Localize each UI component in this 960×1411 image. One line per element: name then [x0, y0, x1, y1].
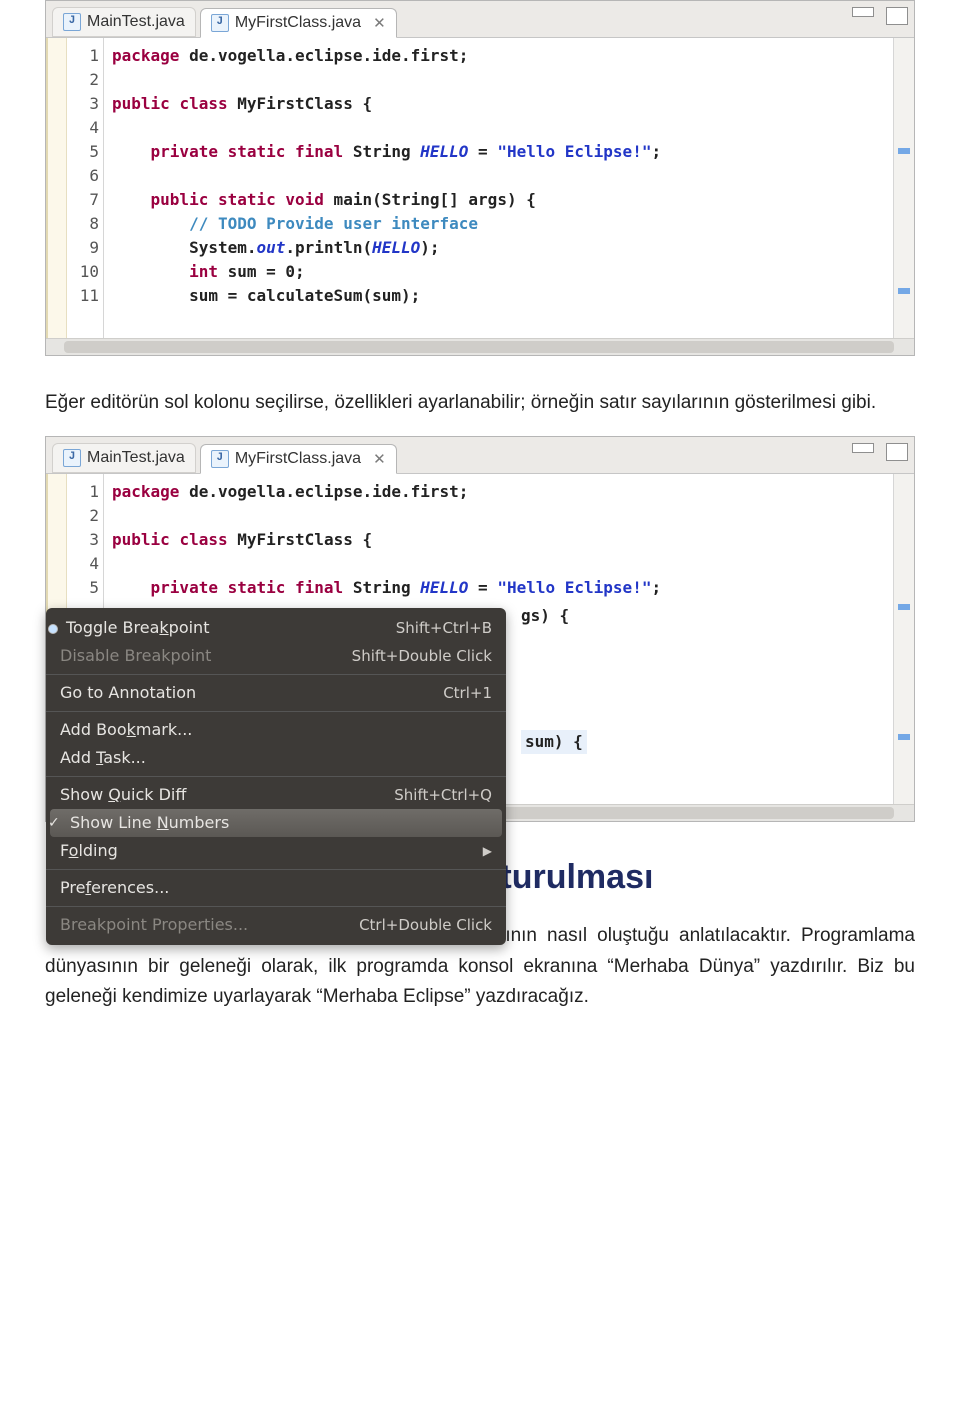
line-numbers: 1 2 3 4 5 6 7 8 9 10 11 — [67, 44, 103, 308]
menu-show-line-numbers[interactable]: ✓ Show Line Numbers — [50, 809, 502, 837]
code-fragment: gs) { — [521, 604, 569, 628]
tab-label: MyFirstClass.java — [235, 450, 361, 468]
submenu-arrow-icon: ▶ — [483, 841, 492, 861]
eclipse-editor-2: J MainTest.java J MyFirstClass.java ✕ 1 … — [45, 436, 915, 822]
line-numbers: 1 2 3 4 5 — [67, 480, 103, 600]
shortcut-label: Ctrl+1 — [443, 683, 492, 703]
shortcut-label: Shift+Double Click — [352, 646, 492, 666]
tab-label: MainTest.java — [87, 13, 185, 31]
editor-tabbar: J MainTest.java J MyFirstClass.java ✕ — [46, 1, 914, 38]
menu-go-to-annotation[interactable]: Go to Annotation Ctrl+1 — [46, 674, 506, 707]
menu-show-quick-diff[interactable]: Show Quick Diff Shift+Ctrl+Q — [46, 776, 506, 809]
overview-mark[interactable] — [898, 734, 910, 740]
eclipse-editor-1: J MainTest.java J MyFirstClass.java ✕ 1 … — [45, 0, 915, 356]
horizontal-scrollbar[interactable] — [46, 338, 914, 355]
java-file-icon: J — [211, 450, 229, 468]
overview-mark[interactable] — [898, 288, 910, 294]
java-file-icon: J — [63, 13, 81, 31]
shortcut-label: Shift+Ctrl+Q — [394, 785, 492, 805]
paragraph-editor-sidebar: Eğer editörün sol kolonu seçilirse, özel… — [45, 388, 915, 418]
menu-breakpoint-properties: Breakpoint Properties... Ctrl+Double Cli… — [46, 906, 506, 939]
overview-mark[interactable] — [898, 148, 910, 154]
overview-ruler-right[interactable] — [893, 38, 914, 338]
shortcut-label: Shift+Ctrl+B — [396, 618, 492, 638]
overview-ruler-left[interactable] — [46, 38, 67, 338]
menu-preferences[interactable]: Preferences... — [46, 869, 506, 902]
shortcut-label: Ctrl+Double Click — [359, 915, 492, 935]
maximize-button[interactable] — [886, 443, 908, 461]
code-area[interactable]: package de.vogella.eclipse.ide.first; pu… — [104, 38, 893, 338]
breakpoint-icon — [48, 624, 58, 634]
line-number-gutter[interactable]: 1 2 3 4 5 6 7 8 9 10 11 — [67, 38, 104, 338]
java-file-icon: J — [63, 449, 81, 467]
check-icon: ✓ — [48, 813, 60, 833]
gutter-context-menu: Toggle Breakpoint Shift+Ctrl+B Disable B… — [46, 608, 506, 945]
java-file-icon: J — [211, 14, 229, 32]
tab-maintest[interactable]: J MainTest.java — [52, 443, 196, 473]
menu-add-bookmark[interactable]: Add Bookmark... — [46, 711, 506, 744]
scrollbar-thumb[interactable] — [64, 341, 894, 353]
tab-myfirstclass[interactable]: J MyFirstClass.java ✕ — [200, 8, 397, 38]
maximize-button[interactable] — [886, 7, 908, 25]
menu-disable-breakpoint: Disable Breakpoint Shift+Double Click — [46, 642, 506, 670]
tab-label: MainTest.java — [87, 449, 185, 467]
minimize-button[interactable] — [852, 443, 874, 453]
overview-mark[interactable] — [898, 604, 910, 610]
tab-maintest[interactable]: J MainTest.java — [52, 7, 196, 37]
minimize-button[interactable] — [852, 7, 874, 17]
menu-add-task[interactable]: Add Task... — [46, 744, 506, 772]
close-icon[interactable]: ✕ — [373, 450, 386, 468]
close-icon[interactable]: ✕ — [373, 14, 386, 32]
tab-label: MyFirstClass.java — [235, 14, 361, 32]
editor-tabbar: J MainTest.java J MyFirstClass.java ✕ — [46, 437, 914, 474]
menu-folding[interactable]: Folding ▶ — [46, 837, 506, 865]
code-fragment-highlight: sum) { — [521, 730, 587, 754]
overview-ruler-right[interactable] — [893, 474, 914, 804]
menu-toggle-breakpoint[interactable]: Toggle Breakpoint Shift+Ctrl+B — [46, 614, 506, 642]
tab-myfirstclass[interactable]: J MyFirstClass.java ✕ — [200, 444, 397, 474]
